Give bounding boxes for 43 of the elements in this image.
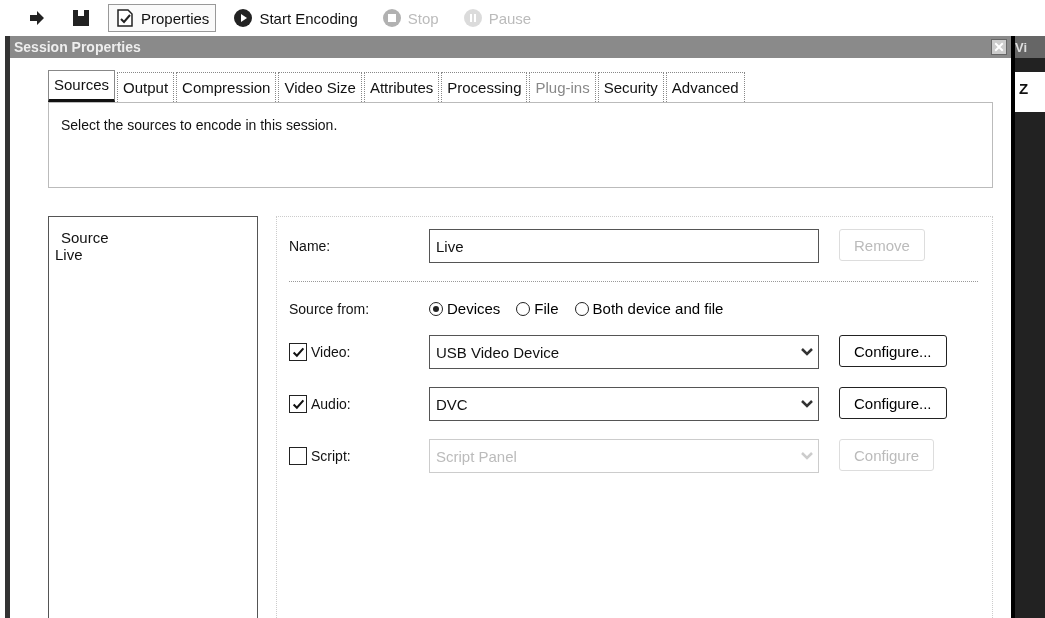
dropdown[interactable]: DVC	[429, 387, 819, 421]
check-icon	[291, 345, 305, 359]
tab[interactable]: Advanced	[665, 72, 745, 102]
radio-button[interactable]: File	[516, 300, 559, 317]
dropdown-value: DVC	[436, 395, 468, 413]
tab[interactable]: Processing	[441, 72, 528, 102]
checkbox-row[interactable]: Audio:	[289, 387, 429, 421]
field-label: Name:	[289, 237, 332, 256]
caret-icon	[800, 346, 814, 358]
properties-button[interactable]: Properties	[108, 4, 217, 32]
start-encoding-button[interactable]: Start Encoding	[226, 4, 365, 32]
side-window-title: Vi	[1015, 36, 1045, 58]
check-icon	[291, 397, 305, 411]
close-button[interactable]	[991, 39, 1007, 55]
play-icon	[233, 8, 254, 28]
field-label: Source from:	[289, 300, 371, 317]
dropdown-value: USB Video Device	[436, 343, 560, 361]
dropdown-value: Script Panel	[436, 447, 517, 465]
tab[interactable]: Sources	[48, 70, 116, 102]
checkbox-row[interactable]: Video:	[289, 335, 429, 369]
tab[interactable]: Output	[117, 72, 175, 102]
name-field[interactable]: Live	[429, 229, 819, 263]
pause-icon	[462, 8, 483, 28]
stop-icon	[381, 8, 402, 28]
tab[interactable]: Attributes	[363, 72, 440, 102]
window-title: Session Properties	[14, 39, 141, 55]
radio-button[interactable]: Both device and file	[574, 300, 724, 317]
configure-button[interactable]: Configure...	[839, 387, 947, 419]
caret-icon	[800, 450, 814, 462]
tab[interactable]: Compression	[176, 72, 277, 102]
radio-button[interactable]: Devices	[429, 300, 501, 317]
description-panel: Select the sources to encode in this session.	[48, 102, 993, 188]
list-header: Source	[60, 229, 110, 246]
arrow-icon	[27, 8, 47, 28]
checked-document-icon	[115, 8, 135, 28]
side-window-text: Z	[1015, 72, 1045, 112]
configure-button[interactable]: Configure...	[839, 335, 947, 367]
list-item[interactable]: Live	[55, 246, 251, 263]
tab[interactable]: Video Size	[278, 72, 362, 102]
tab[interactable]: Security	[597, 72, 664, 102]
dropdown[interactable]: USB Video Device	[429, 335, 819, 369]
close-icon	[993, 41, 1005, 53]
caret-icon	[800, 398, 814, 410]
